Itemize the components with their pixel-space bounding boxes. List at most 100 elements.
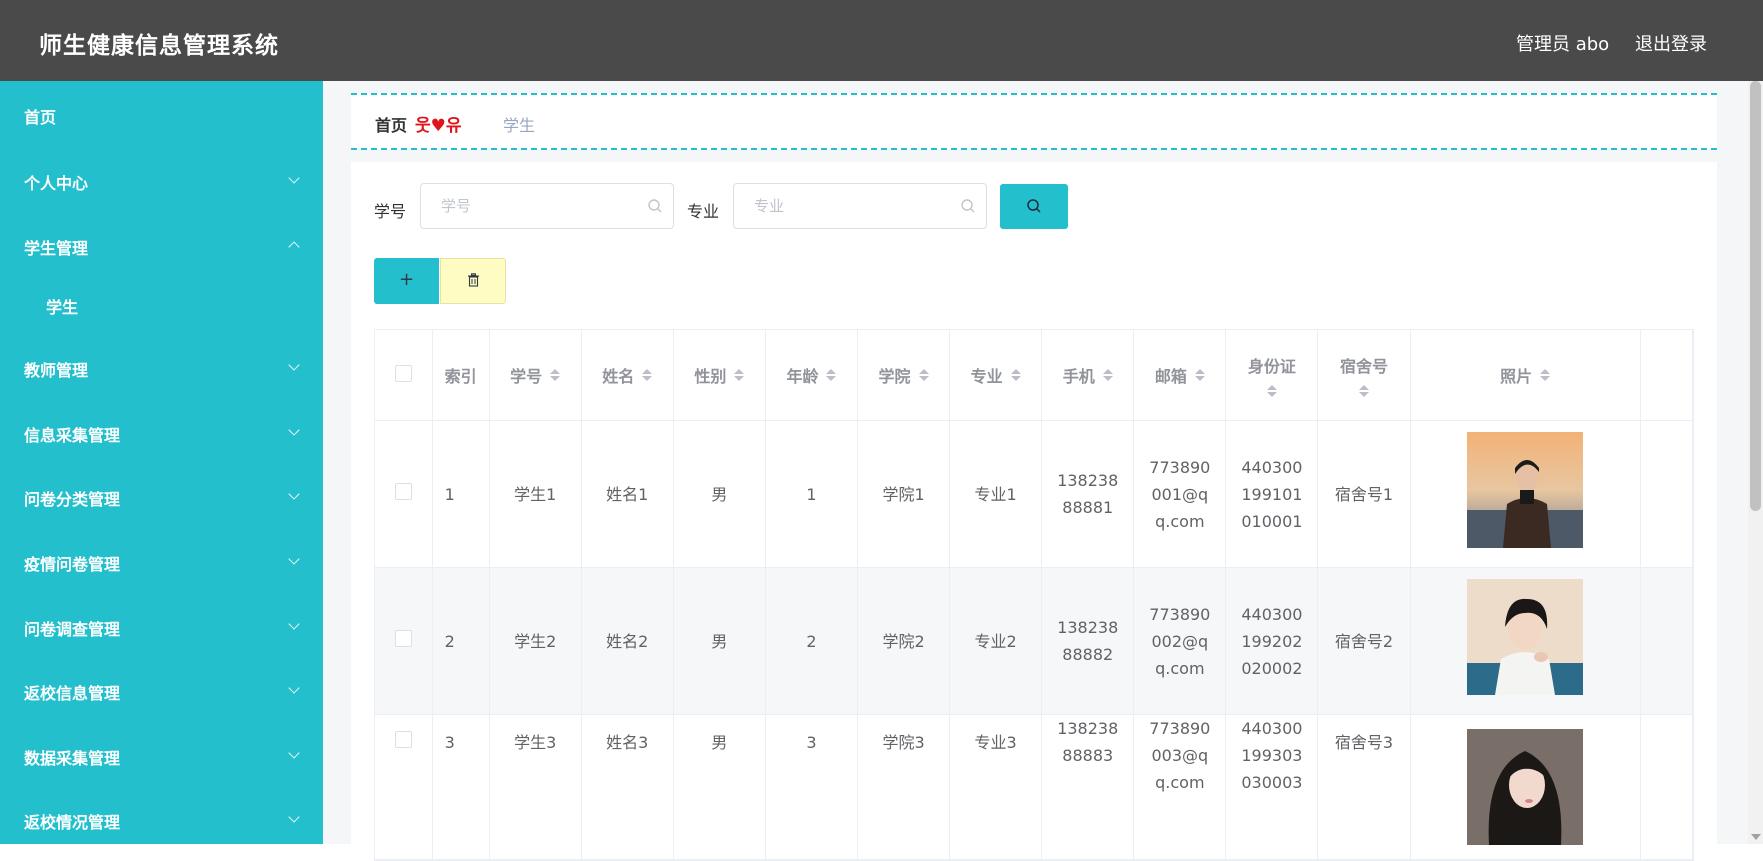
cell-major: 专业2 bbox=[949, 567, 1043, 715]
chevron-down-icon bbox=[288, 172, 300, 184]
scroll-down-arrow-icon[interactable] bbox=[1751, 834, 1761, 840]
vertical-scrollbar[interactable] bbox=[1748, 81, 1763, 844]
column-header-name[interactable]: 姓名 bbox=[581, 330, 674, 421]
chevron-down-icon bbox=[288, 747, 300, 759]
column-header-photo[interactable]: 照片 bbox=[1410, 330, 1641, 421]
student-photo[interactable] bbox=[1467, 729, 1584, 845]
sidebar-item-return-status[interactable]: 返校情况管理 bbox=[0, 799, 323, 839]
column-header-email[interactable]: 邮箱 bbox=[1133, 330, 1227, 421]
scrollbar-thumb[interactable] bbox=[1750, 81, 1761, 511]
sort-icon[interactable] bbox=[550, 369, 561, 381]
student-no-input[interactable] bbox=[439, 196, 643, 216]
column-header-phone[interactable]: 手机 bbox=[1041, 330, 1135, 421]
cell-major: 专业1 bbox=[949, 420, 1043, 568]
sidebar-item-teacher-management[interactable]: 教师管理 bbox=[0, 347, 323, 387]
cell-email: 773890003@qq.com bbox=[1133, 714, 1227, 860]
sidebar-item-label: 信息采集管理 bbox=[24, 426, 121, 445]
student-photo[interactable] bbox=[1467, 432, 1584, 548]
sort-icon[interactable] bbox=[1010, 369, 1021, 381]
sidebar-item-label: 个人中心 bbox=[24, 174, 89, 193]
sidebar-item-info-collection[interactable]: 信息采集管理 bbox=[0, 412, 323, 452]
breadcrumb-separator: 웃♥유 bbox=[415, 116, 462, 136]
cell-age: 3 bbox=[765, 714, 859, 860]
sort-icon[interactable] bbox=[1359, 385, 1369, 397]
sidebar-item-data-collection[interactable]: 数据采集管理 bbox=[0, 735, 323, 775]
sidebar-item-return-info[interactable]: 返校信息管理 bbox=[0, 670, 323, 710]
breadcrumb: 首页 웃♥유 学生 bbox=[351, 93, 1717, 150]
major-field[interactable] bbox=[733, 183, 987, 229]
sidebar-item-label: 问卷调查管理 bbox=[24, 620, 121, 639]
cell-index: 3 bbox=[432, 714, 490, 860]
top-header: 师生健康信息管理系统 管理员 abo 退出登录 bbox=[0, 0, 1763, 81]
column-header-student-no[interactable]: 学号 bbox=[489, 330, 582, 421]
column-header-actions bbox=[1640, 330, 1694, 421]
column-header-major[interactable]: 专业 bbox=[949, 330, 1043, 421]
cell-student-no: 学生1 bbox=[489, 420, 582, 568]
breadcrumb-home[interactable]: 首页 bbox=[375, 112, 407, 136]
cell-id-card: 440300199202020002 bbox=[1225, 567, 1319, 715]
select-all-checkbox-cell[interactable] bbox=[375, 330, 433, 421]
cell-email: 773890002@qq.com bbox=[1133, 567, 1227, 715]
sort-icon[interactable] bbox=[1266, 385, 1277, 397]
table-row: 3 学生3 姓名3 男 3 学院3 专业3 13823888883 773890… bbox=[375, 714, 1694, 860]
student-table: 索引 学号 姓名 性别 年龄 学院 专业 手机 邮箱 身份证 宿舍号 照片 1 … bbox=[374, 329, 1694, 861]
column-header-age[interactable]: 年龄 bbox=[765, 330, 859, 421]
cell-name: 姓名3 bbox=[581, 714, 674, 860]
column-header-id-card[interactable]: 身份证 bbox=[1225, 330, 1319, 421]
search-icon bbox=[1027, 199, 1041, 213]
table-header-row: 索引 学号 姓名 性别 年龄 学院 专业 手机 邮箱 身份证 宿舍号 照片 bbox=[375, 330, 1694, 421]
row-checkbox[interactable] bbox=[394, 731, 412, 748]
current-user: 管理员 abo bbox=[1516, 34, 1610, 55]
student-no-field[interactable] bbox=[420, 183, 674, 229]
student-photo[interactable] bbox=[1467, 579, 1584, 695]
sidebar-item-home[interactable]: 首页 bbox=[0, 94, 323, 134]
sort-icon[interactable] bbox=[1102, 369, 1113, 381]
sidebar-item-label: 问卷分类管理 bbox=[24, 490, 121, 509]
cell-dorm: 宿舍号1 bbox=[1317, 420, 1411, 568]
logout-link[interactable]: 退出登录 bbox=[1635, 30, 1707, 56]
sidebar-item-epidemic-survey[interactable]: 疫情问卷管理 bbox=[0, 541, 323, 581]
select-all-checkbox[interactable] bbox=[394, 364, 412, 382]
column-header-gender[interactable]: 性别 bbox=[673, 330, 766, 421]
cell-photo bbox=[1410, 567, 1641, 715]
sidebar-item-survey-category[interactable]: 问卷分类管理 bbox=[0, 476, 323, 516]
cell-email: 773890001@qq.com bbox=[1133, 420, 1227, 568]
delete-button[interactable] bbox=[440, 258, 506, 304]
sidebar-item-personal-center[interactable]: 个人中心 bbox=[0, 160, 323, 200]
sidebar-item-student-management[interactable]: 学生管理 bbox=[0, 225, 323, 265]
sort-icon[interactable] bbox=[642, 369, 653, 381]
cell-index: 2 bbox=[432, 567, 490, 715]
column-header-dorm[interactable]: 宿舍号 bbox=[1317, 330, 1411, 421]
row-checkbox[interactable] bbox=[394, 482, 412, 500]
sidebar-item-survey-investigation[interactable]: 问卷调查管理 bbox=[0, 606, 323, 646]
cell-phone: 13823888881 bbox=[1041, 420, 1135, 568]
cell-phone: 13823888882 bbox=[1041, 567, 1135, 715]
column-header-college[interactable]: 学院 bbox=[857, 330, 951, 421]
row-checkbox[interactable] bbox=[394, 629, 412, 647]
sidebar-item-label: 首页 bbox=[24, 108, 57, 127]
search-button[interactable] bbox=[1000, 184, 1068, 229]
chevron-down-icon bbox=[288, 811, 300, 823]
sort-icon[interactable] bbox=[918, 369, 929, 381]
sidebar-item-label: 教师管理 bbox=[24, 361, 89, 380]
cell-phone: 13823888883 bbox=[1041, 714, 1135, 860]
chevron-down-icon bbox=[288, 618, 300, 630]
cell-gender: 男 bbox=[673, 420, 766, 568]
cell-id-card: 440300199101010001 bbox=[1225, 420, 1319, 568]
table-row: 1 学生1 姓名1 男 1 学院1 专业1 13823888881 773890… bbox=[375, 420, 1694, 568]
sidebar-subitem-student[interactable]: 学生 bbox=[0, 284, 323, 324]
major-input[interactable] bbox=[752, 196, 956, 216]
cell-gender: 男 bbox=[673, 714, 766, 860]
sidebar-item-label: 学生 bbox=[46, 298, 79, 317]
add-button[interactable]: + bbox=[374, 258, 439, 304]
cell-name: 姓名1 bbox=[581, 420, 674, 568]
trash-icon bbox=[468, 273, 479, 287]
table-row: 2 学生2 姓名2 男 2 学院2 专业2 13823888882 773890… bbox=[375, 567, 1694, 715]
sort-icon[interactable] bbox=[734, 369, 745, 381]
sort-icon[interactable] bbox=[1540, 369, 1551, 381]
student-no-label: 学号 bbox=[374, 202, 407, 221]
cell-name: 姓名2 bbox=[581, 567, 674, 715]
sort-icon[interactable] bbox=[1194, 369, 1205, 381]
sort-icon[interactable] bbox=[826, 369, 837, 381]
cell-student-no: 学生2 bbox=[489, 567, 582, 715]
